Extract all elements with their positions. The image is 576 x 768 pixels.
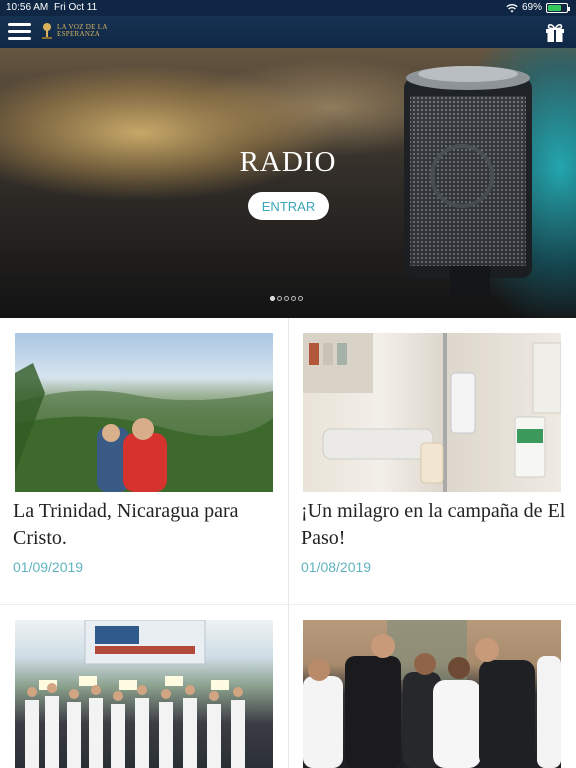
article-card[interactable]: La Trinidad, Nicaragua para Cristo. 01/0… xyxy=(0,318,288,604)
article-card[interactable] xyxy=(0,605,288,768)
battery-percent: 69% xyxy=(521,2,542,13)
article-photo-image xyxy=(303,333,561,492)
article-photo[interactable] xyxy=(15,620,273,768)
article-photo[interactable] xyxy=(303,333,561,492)
article-card[interactable]: ¡Un milagro en la campaña de El Paso! 01… xyxy=(288,318,576,604)
article-photo-image xyxy=(25,620,245,768)
enter-button[interactable]: ENTRAR xyxy=(248,192,329,220)
logo-text: LA VOZ DE LA ESPERANZA xyxy=(57,24,108,38)
status-date: Fri Oct 11 xyxy=(54,2,98,13)
article-card[interactable] xyxy=(288,605,576,768)
gift-icon[interactable] xyxy=(544,21,566,43)
article-grid: La Trinidad, Nicaragua para Cristo. 01/0… xyxy=(0,318,576,768)
article-title[interactable]: La Trinidad, Nicaragua para Cristo. xyxy=(13,498,278,552)
logo-line-2: ESPERANZA xyxy=(57,30,101,38)
carousel-dot[interactable] xyxy=(298,296,303,301)
app-header: LA VOZ DE LA ESPERANZA xyxy=(0,16,576,48)
status-indicators: 69% xyxy=(506,2,570,13)
carousel-dot[interactable] xyxy=(270,296,275,301)
battery-icon xyxy=(546,2,570,13)
article-photo[interactable] xyxy=(15,333,273,492)
article-photo-image xyxy=(15,363,273,492)
logo-emblem-icon xyxy=(42,23,52,39)
article-photo-image xyxy=(303,620,561,768)
hero-title: RADIO xyxy=(239,146,337,178)
article-date: 01/08/2019 xyxy=(301,559,372,575)
status-time: 10:56 AM xyxy=(6,2,49,13)
carousel-dots xyxy=(270,296,303,301)
carousel-dot[interactable] xyxy=(291,296,296,301)
status-bar: 10:56 AM Fri Oct 11 69% xyxy=(0,0,576,16)
hamburger-menu-icon[interactable] xyxy=(8,23,31,41)
hero-banner[interactable]: RADIO ENTRAR xyxy=(0,48,576,318)
carousel-dot[interactable] xyxy=(277,296,282,301)
article-photo[interactable] xyxy=(303,620,561,768)
article-title[interactable]: ¡Un milagro en la campaña de El Paso! xyxy=(301,498,566,552)
wifi-icon xyxy=(506,3,518,12)
article-date: 01/09/2019 xyxy=(13,559,84,575)
carousel-dot[interactable] xyxy=(284,296,289,301)
app-logo[interactable]: LA VOZ DE LA ESPERANZA xyxy=(40,22,108,40)
